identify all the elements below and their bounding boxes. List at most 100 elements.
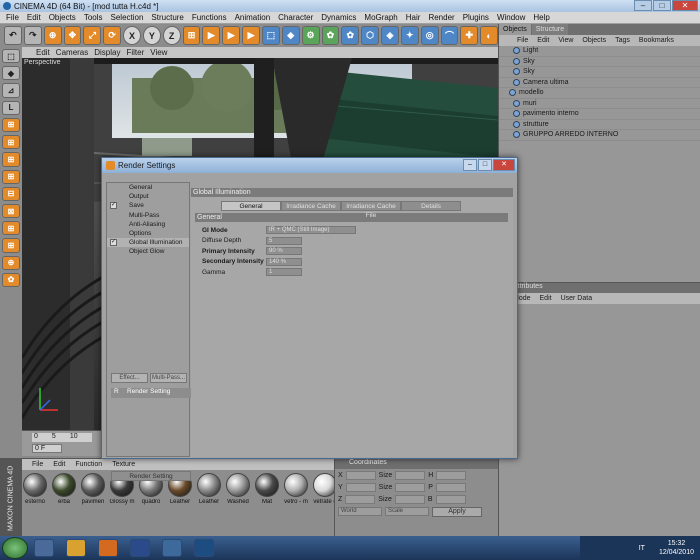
coord-position-field[interactable] xyxy=(345,471,376,480)
viewport-menu-cameras[interactable]: Cameras xyxy=(56,48,88,57)
materials-menu-file[interactable]: File xyxy=(32,461,43,468)
left-tool-icon[interactable]: ⊿ xyxy=(2,83,20,98)
toolbar-button-icon[interactable]: ◐ xyxy=(480,26,499,45)
object-row[interactable]: Light xyxy=(499,46,700,57)
menu-animation[interactable]: Animation xyxy=(235,13,271,22)
toolbar-button-icon[interactable]: ✦ xyxy=(400,26,419,45)
menu-edit[interactable]: Edit xyxy=(27,13,41,22)
nav-item-options[interactable]: Options xyxy=(107,229,189,238)
coord-size-field[interactable] xyxy=(395,471,426,480)
gi-param-value[interactable]: IR + QMC (Still Image) xyxy=(266,226,356,235)
viewport-menu-view[interactable]: View xyxy=(150,48,167,57)
menu-help[interactable]: Help xyxy=(533,13,549,22)
tab-structure[interactable]: Structure xyxy=(531,24,569,35)
nav-item-general[interactable]: General xyxy=(107,183,189,192)
material-item[interactable]: esterno xyxy=(22,473,48,517)
toolbar-button-icon[interactable]: Y xyxy=(142,26,161,45)
toolbar-button-icon[interactable]: ⬡ xyxy=(361,26,380,45)
taskbar-folder-icon[interactable] xyxy=(66,539,86,557)
coord-mode-select[interactable]: World xyxy=(338,507,382,516)
toolbar-button-icon[interactable]: ✿ xyxy=(341,26,360,45)
taskbar-cinema4d-icon[interactable] xyxy=(130,539,150,557)
nav-item-multi-pass[interactable]: Multi-Pass xyxy=(107,211,189,220)
coord-rotation-field[interactable] xyxy=(435,495,466,504)
render-setting-button[interactable]: Render Setting xyxy=(111,471,191,481)
objects-menu-view[interactable]: View xyxy=(558,35,573,46)
render-setting-item[interactable]: R Render Setting xyxy=(111,388,191,398)
objects-menu-bookmarks[interactable]: Bookmarks xyxy=(639,35,674,46)
coord-rotation-field[interactable] xyxy=(435,483,466,492)
object-row[interactable]: GRUPPO ARREDO INTERNO xyxy=(499,130,700,141)
toolbar-button-icon[interactable]: ⤢ xyxy=(83,26,102,45)
object-row[interactable]: strutture xyxy=(499,120,700,130)
menu-functions[interactable]: Functions xyxy=(192,13,227,22)
objects-menu-edit[interactable]: Edit xyxy=(537,35,549,46)
menu-character[interactable]: Character xyxy=(278,13,313,22)
timeline-ruler[interactable]: 0 5 10 xyxy=(32,433,92,442)
object-row[interactable]: Camera ultima xyxy=(499,78,700,88)
viewport-menu-filter[interactable]: Filter xyxy=(126,48,144,57)
menu-file[interactable]: File xyxy=(6,13,19,22)
menu-tools[interactable]: Tools xyxy=(84,13,103,22)
attributes-menu-user-data[interactable]: User Data xyxy=(561,293,593,304)
toolbar-button-icon[interactable]: ✚ xyxy=(460,26,479,45)
material-item[interactable]: vetro - m xyxy=(283,473,309,517)
toolbar-button-icon[interactable]: ↶ xyxy=(4,26,22,45)
material-item[interactable]: pavimen xyxy=(80,473,106,517)
toolbar-button-icon[interactable]: ⊞ xyxy=(182,26,201,45)
nav-item-global-illumination[interactable]: ✓ Global Illumination xyxy=(107,238,189,248)
gi-tab-irradiance-cache-file[interactable]: Irradiance Cache File xyxy=(341,201,401,219)
toolbar-button-icon[interactable]: ◈ xyxy=(381,26,399,45)
dialog-maximize-button[interactable]: □ xyxy=(478,159,492,171)
menu-plugins[interactable]: Plugins xyxy=(463,13,489,22)
objects-menu-file[interactable]: File xyxy=(517,35,528,46)
object-row[interactable]: Sky xyxy=(499,67,700,78)
left-tool-icon[interactable]: ⬚ xyxy=(2,49,20,64)
nav-item-anti-aliasing[interactable]: Anti-Aliasing xyxy=(107,220,189,229)
coord-position-field[interactable] xyxy=(345,483,376,492)
gi-param-value[interactable]: 1 xyxy=(266,268,302,277)
toolbar-button-icon[interactable]: Z xyxy=(162,26,181,45)
toolbar-button-icon[interactable]: X xyxy=(123,26,141,45)
dialog-minimize-button[interactable]: – xyxy=(463,159,477,171)
toolbar-button-icon[interactable]: ▶ xyxy=(242,26,260,45)
menu-render[interactable]: Render xyxy=(428,13,454,22)
toolbar-button-icon[interactable]: ⚙ xyxy=(301,26,320,45)
menu-window[interactable]: Window xyxy=(497,13,525,22)
left-tool-icon[interactable]: ⊟ xyxy=(2,186,20,201)
materials-menu-function[interactable]: Function xyxy=(75,461,102,468)
enabled-checkbox[interactable]: ✓ xyxy=(110,239,117,247)
close-button[interactable]: ✕ xyxy=(672,0,698,11)
menu-dynamics[interactable]: Dynamics xyxy=(321,13,356,22)
dialog-title-bar[interactable]: Render Settings – □ ✕ xyxy=(102,158,517,173)
gi-param-value[interactable]: 90 % xyxy=(266,247,302,256)
toolbar-button-icon[interactable]: ⟳ xyxy=(103,26,122,45)
left-tool-icon[interactable]: ⊕ xyxy=(2,255,20,270)
viewport-menu-display[interactable]: Display xyxy=(94,48,120,57)
left-tool-icon[interactable]: L xyxy=(2,100,20,115)
object-row[interactable]: Sky xyxy=(499,57,700,67)
gi-tab-irradiance-cache[interactable]: Irradiance Cache xyxy=(281,201,341,211)
materials-menu-texture[interactable]: Texture xyxy=(112,461,135,468)
toolbar-button-icon[interactable]: ◆ xyxy=(281,26,300,45)
taskbar-ie-icon[interactable] xyxy=(34,539,54,557)
frame-field[interactable]: 0 F xyxy=(32,444,62,453)
object-row[interactable]: muri xyxy=(499,99,700,109)
material-item[interactable]: erba xyxy=(51,473,77,517)
menu-structure[interactable]: Structure xyxy=(151,13,183,22)
toolbar-button-icon[interactable]: ▶ xyxy=(202,26,221,45)
left-tool-icon[interactable]: ⊞ xyxy=(2,169,20,184)
apply-button[interactable]: Apply xyxy=(432,506,482,517)
toolbar-button-icon[interactable]: ⌒ xyxy=(440,26,459,45)
left-tool-icon[interactable]: ⊞ xyxy=(2,117,20,133)
minimize-button[interactable]: – xyxy=(634,0,652,11)
object-row[interactable]: pavimento interno xyxy=(499,109,700,120)
taskbar-firefox-icon[interactable] xyxy=(98,539,118,557)
toolbar-button-icon[interactable]: ▶ xyxy=(222,26,241,45)
nav-item-output[interactable]: Output xyxy=(107,192,189,201)
gi-tab-details[interactable]: Details xyxy=(401,201,461,211)
material-item[interactable]: Washed xyxy=(225,473,251,517)
menu-objects[interactable]: Objects xyxy=(49,13,76,22)
left-tool-icon[interactable]: ⊞ xyxy=(2,135,20,150)
nav-item-save[interactable]: ✓ Save xyxy=(107,201,189,210)
